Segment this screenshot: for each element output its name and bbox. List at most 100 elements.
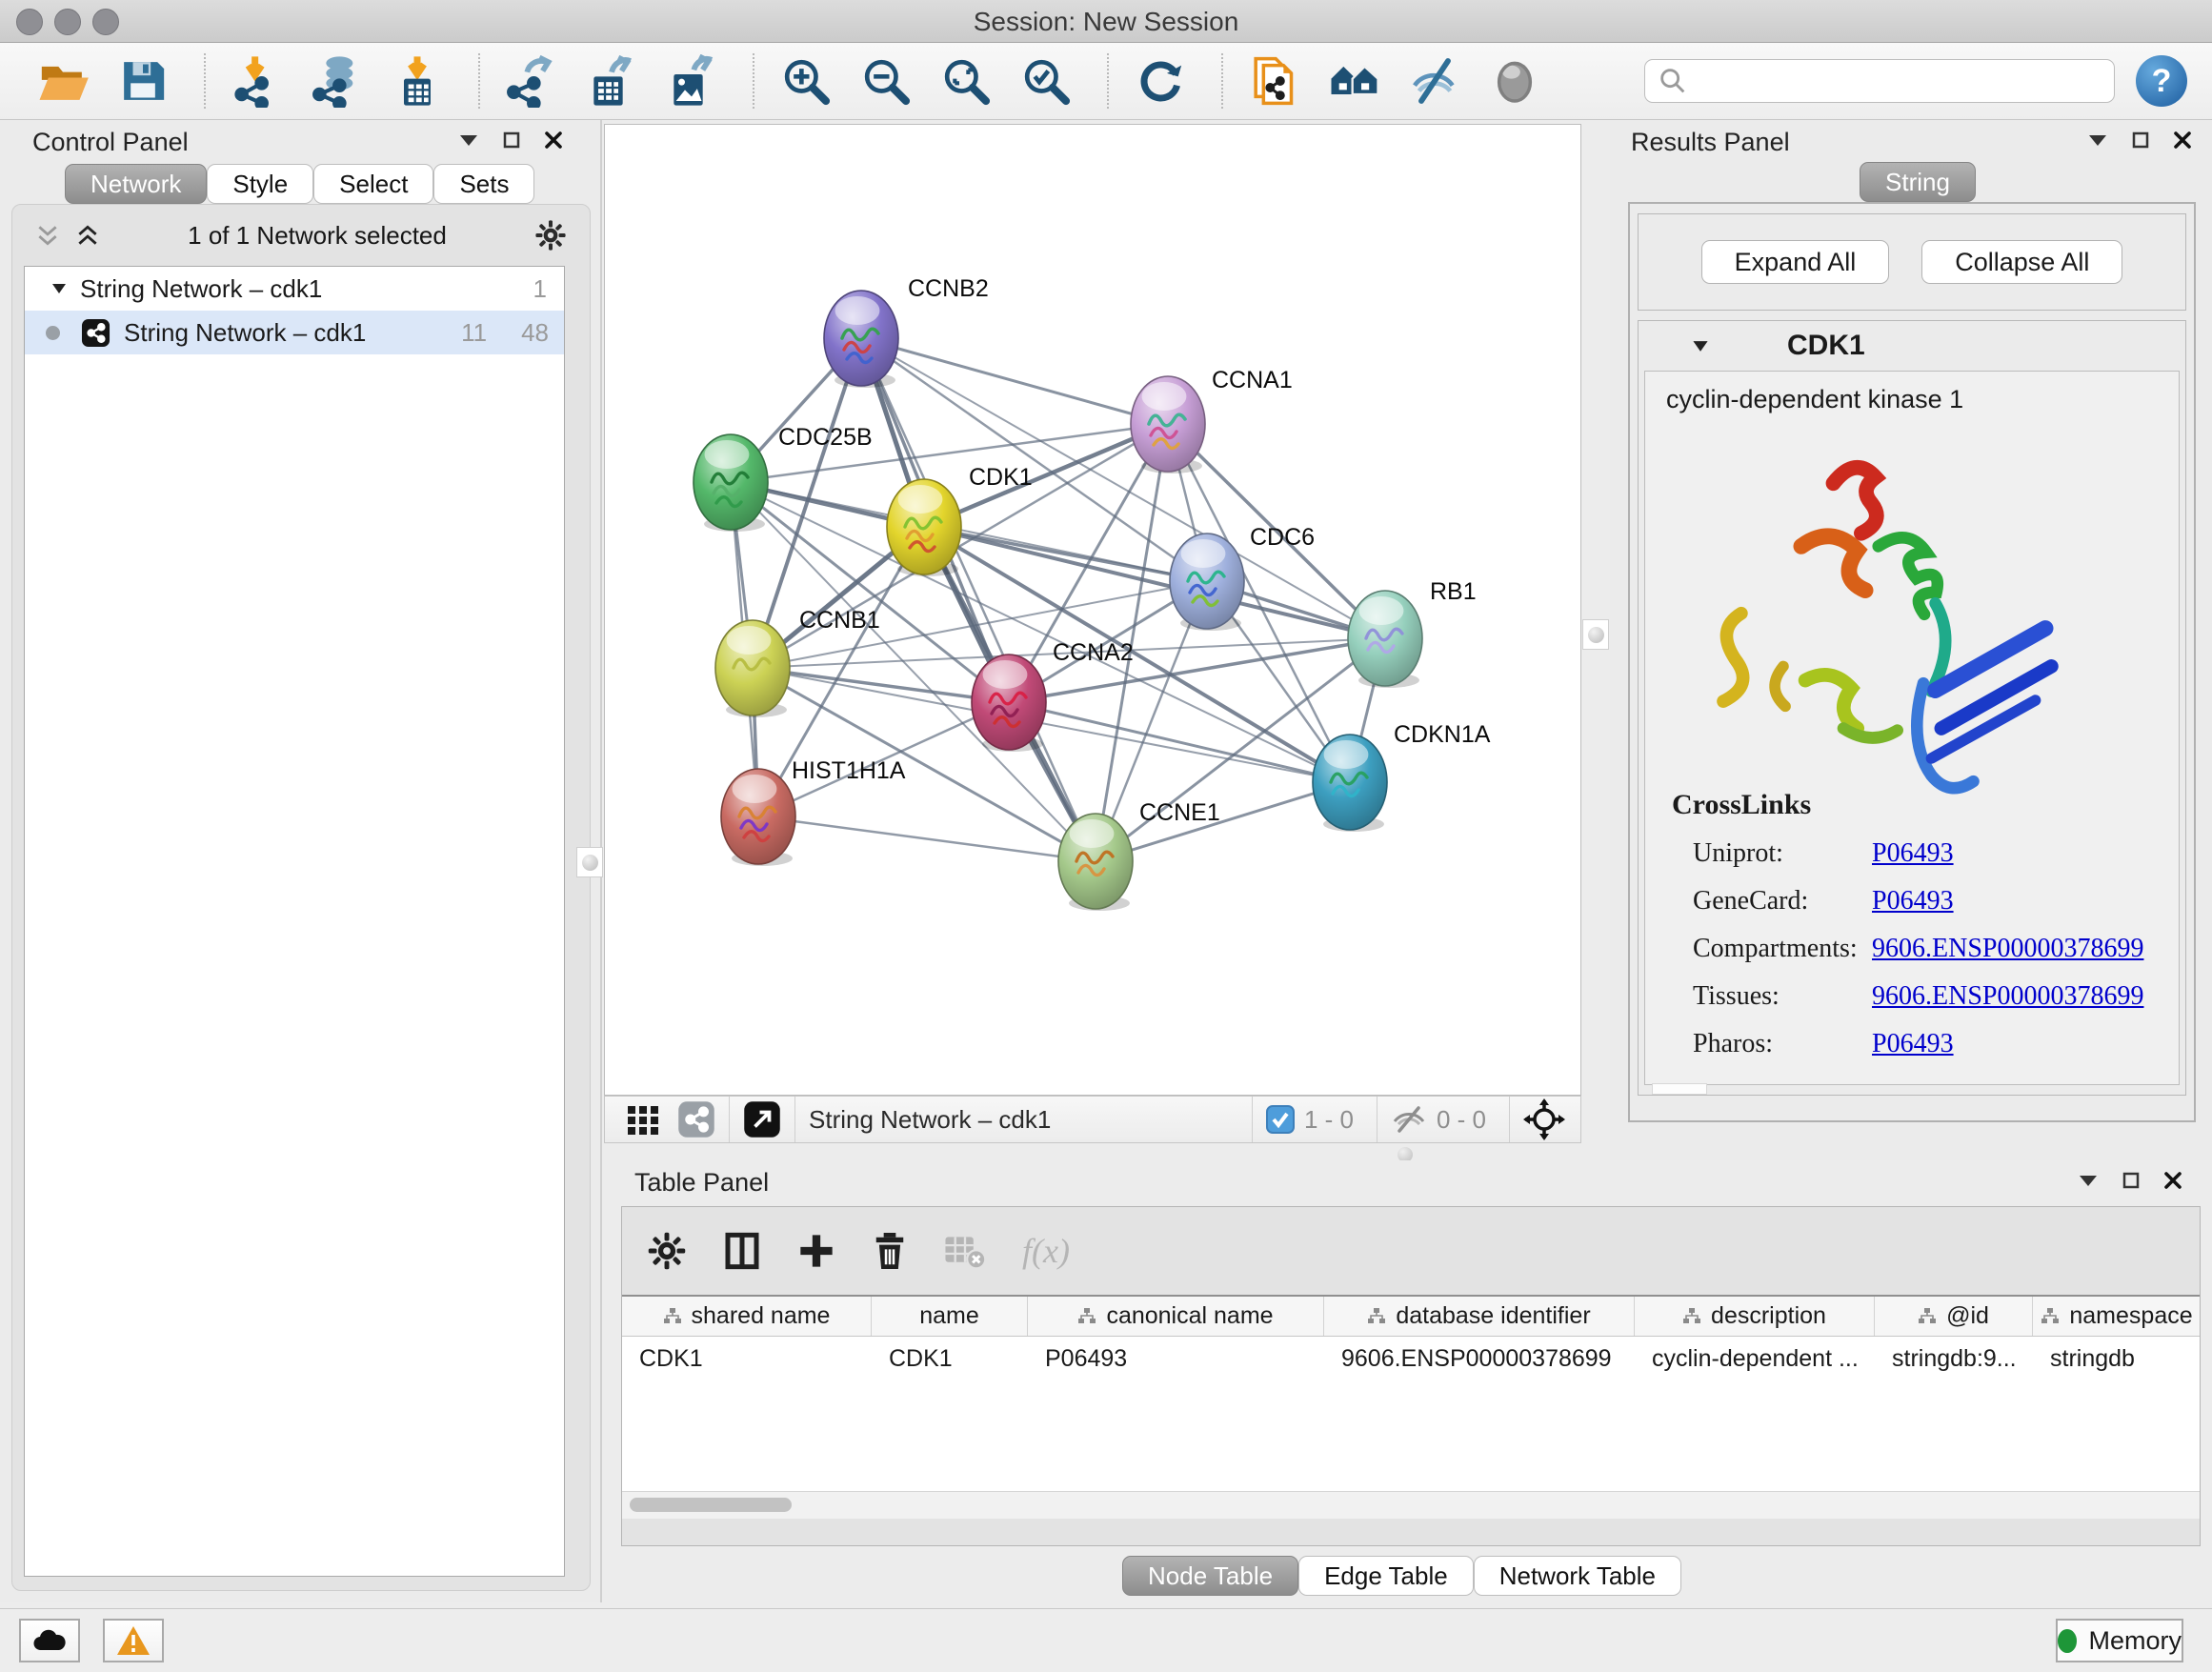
panel-menu-icon[interactable]: [2079, 1174, 2098, 1187]
show-glyphs-icon[interactable]: [1488, 54, 1541, 108]
node-CDKN1A[interactable]: [1313, 735, 1387, 832]
node-table: shared namenamecanonical namedatabase id…: [622, 1295, 2200, 1519]
cloud-status-button[interactable]: [19, 1619, 80, 1662]
tab-style[interactable]: Style: [207, 164, 313, 204]
node-CDK1[interactable]: [887, 479, 961, 576]
panel-menu-icon[interactable]: [459, 133, 478, 147]
table-cell[interactable]: CDK1: [872, 1345, 1028, 1373]
table-cell[interactable]: CDK1: [622, 1345, 872, 1373]
table-cell[interactable]: 9606.ENSP00000378699: [1324, 1345, 1635, 1373]
column-header-canonical-name[interactable]: canonical name: [1028, 1297, 1324, 1336]
section-expander-icon[interactable]: [1692, 340, 1709, 353]
export-image-icon[interactable]: [665, 54, 718, 108]
column-header-database-identifier[interactable]: database identifier: [1324, 1297, 1635, 1336]
show-columns-icon[interactable]: [723, 1231, 761, 1271]
node-CCNB1[interactable]: [715, 620, 790, 717]
expand-all-icon[interactable]: [75, 223, 100, 248]
network-collection-row[interactable]: String Network – cdk1 1: [25, 267, 564, 311]
close-panel-icon[interactable]: [2174, 131, 2191, 149]
export-table-icon[interactable]: [585, 54, 638, 108]
column-header-namespace[interactable]: namespace: [2033, 1297, 2200, 1336]
table-cell[interactable]: stringdb: [2033, 1345, 2200, 1373]
add-column-icon[interactable]: [797, 1232, 835, 1270]
warning-status-button[interactable]: [103, 1619, 164, 1662]
tab-string[interactable]: String: [1860, 162, 1976, 202]
expand-all-button[interactable]: Expand All: [1701, 240, 1890, 284]
import-database-icon[interactable]: [311, 54, 364, 108]
export-network-icon[interactable]: [505, 54, 558, 108]
hide-glyphs-icon[interactable]: [1408, 54, 1461, 108]
crosslink-link[interactable]: P06493: [1872, 838, 1954, 869]
node-CCNA2[interactable]: [972, 655, 1046, 752]
memory-button[interactable]: Memory: [2056, 1619, 2183, 1662]
edge-CCNB2-CCNA1[interactable]: [861, 338, 1168, 424]
panel-menu-icon[interactable]: [2088, 133, 2107, 147]
network-row-selected[interactable]: String Network – cdk1 11 48: [25, 311, 564, 354]
refresh-icon[interactable]: [1134, 54, 1187, 108]
crosslink-link[interactable]: P06493: [1872, 1029, 1954, 1059]
left-splitter-handle[interactable]: [576, 847, 603, 877]
table-cell[interactable]: cyclin-dependent ...: [1635, 1345, 1875, 1373]
collapse-all-icon[interactable]: [35, 223, 60, 248]
tab-network[interactable]: Network: [65, 164, 207, 204]
import-table-icon[interactable]: [391, 54, 444, 108]
open-in-window-icon[interactable]: [743, 1100, 781, 1138]
birds-eye-grid-icon[interactable]: [624, 1100, 662, 1138]
pan-crosshair-icon[interactable]: [1523, 1098, 1565, 1140]
edge-CCNA2-CDKN1A[interactable]: [1009, 702, 1350, 782]
tab-node-table[interactable]: Node Table: [1122, 1556, 1298, 1596]
share-view-icon[interactable]: [677, 1100, 715, 1138]
column-header-description[interactable]: description: [1635, 1297, 1875, 1336]
string-document-icon[interactable]: [1248, 54, 1301, 108]
hidden-items-eye-icon[interactable]: [1391, 1104, 1427, 1135]
close-panel-icon[interactable]: [2164, 1172, 2182, 1189]
houses-icon[interactable]: [1328, 54, 1381, 108]
zoom-fit-icon[interactable]: [939, 54, 993, 108]
tab-edge-table[interactable]: Edge Table: [1298, 1556, 1474, 1596]
float-panel-icon[interactable]: [2132, 131, 2149, 149]
selected-nodes-checkbox-icon[interactable]: [1266, 1105, 1295, 1134]
search-input[interactable]: [1697, 63, 2114, 99]
open-session-icon[interactable]: [36, 54, 90, 108]
crosslink-link[interactable]: P06493: [1872, 886, 1954, 917]
table-cell[interactable]: P06493: [1028, 1345, 1324, 1373]
tab-select[interactable]: Select: [313, 164, 433, 204]
column-header-@id[interactable]: @id: [1875, 1297, 2033, 1336]
crosslink-link[interactable]: 9606.ENSP00000378699: [1872, 934, 2143, 964]
node-CCNA1[interactable]: [1131, 376, 1205, 473]
edge-HIST1H1A-CCNE1[interactable]: [758, 816, 1096, 861]
zoom-in-icon[interactable]: [779, 54, 833, 108]
results-scrollbar[interactable]: [1652, 1083, 1707, 1095]
node-HIST1H1A[interactable]: [721, 769, 795, 866]
table-horizontal-scrollbar[interactable]: [622, 1491, 2200, 1519]
right-splitter-handle[interactable]: [1582, 619, 1609, 650]
help-button[interactable]: ?: [2136, 55, 2187, 107]
close-panel-icon[interactable]: [545, 131, 562, 149]
zoom-selected-icon[interactable]: [1019, 54, 1073, 108]
collapse-all-button[interactable]: Collapse All: [1921, 240, 2122, 284]
scrollbar-thumb[interactable]: [630, 1498, 792, 1512]
float-panel-icon[interactable]: [503, 131, 520, 149]
delete-column-icon[interactable]: [872, 1231, 908, 1271]
import-network-icon[interactable]: [231, 54, 284, 108]
column-header-shared-name[interactable]: shared name: [622, 1297, 872, 1336]
table-row[interactable]: CDK1CDK1P064939606.ENSP00000378699cyclin…: [622, 1337, 2200, 1380]
tab-sets[interactable]: Sets: [433, 164, 534, 204]
node-CCNB2[interactable]: [824, 291, 898, 388]
node-CDC6[interactable]: [1170, 534, 1244, 631]
zoom-out-icon[interactable]: [859, 54, 913, 108]
tree-options-gear-icon[interactable]: [534, 219, 567, 252]
network-canvas[interactable]: CCNB2CCNA1CDC25BCDK1CDC6RB1CCNB1CCNA2CDK…: [604, 124, 1581, 1096]
tab-network-table[interactable]: Network Table: [1474, 1556, 1681, 1596]
edge-CDKN1A-CCNE1[interactable]: [1096, 782, 1350, 861]
crosslink-link[interactable]: 9606.ENSP00000378699: [1872, 981, 2143, 1012]
table-options-gear-icon[interactable]: [647, 1231, 687, 1271]
table-cell[interactable]: stringdb:9...: [1875, 1345, 2033, 1373]
node-CDC25B[interactable]: [694, 434, 768, 532]
float-panel-icon[interactable]: [2122, 1172, 2140, 1189]
node-CCNE1[interactable]: [1058, 814, 1133, 911]
save-session-icon[interactable]: [116, 54, 170, 108]
column-header-name[interactable]: name: [872, 1297, 1028, 1336]
tree-expander-icon[interactable]: [51, 283, 67, 294]
node-RB1[interactable]: [1348, 591, 1422, 688]
